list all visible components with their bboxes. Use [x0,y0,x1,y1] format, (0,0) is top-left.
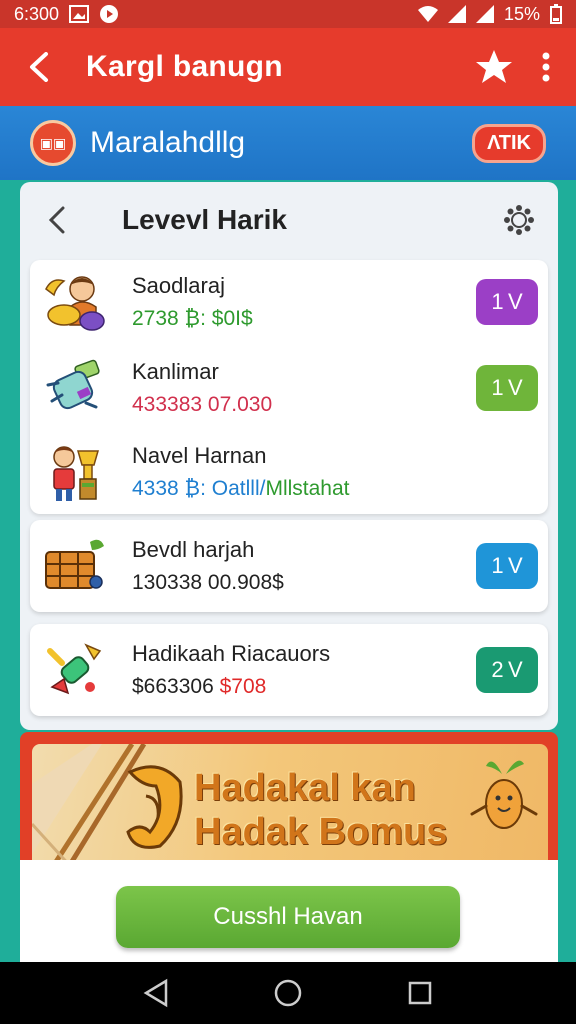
sub-banner-title: Maralahdllg [90,126,246,159]
level-group: Saodlaraj 2738 ₿: $0I$ 1 V Kanlimar 4333… [30,260,548,514]
item-name: Hadikaah Riacauors [132,641,331,666]
bottom-panel: Cusshl Havan [20,860,558,962]
item-text: Hadikaah Riacauors $663306 $708 [132,641,476,699]
item-subtitle: 2738 ₿: $0I$ [132,307,253,330]
logo-text: ▣▣ [39,134,67,151]
promo-frame: Hadakal kan Hadak Bomus [20,732,558,868]
circle-home-icon [274,979,302,1007]
level-card: Levevl Harik Saodlaraj 2738 ₿: $0I$ 1 V … [20,182,558,730]
gallery-icon [69,5,90,23]
battery-percent: 15% [503,3,540,24]
item-name: Navel Harnan [132,443,267,468]
nav-home-button[interactable] [268,973,308,1013]
promo-line-2: Hadak Bomus [194,811,448,853]
more-options-button[interactable] [534,45,558,89]
magic-wand-icon [40,635,110,705]
item-subtitle-part: Mllstahat [265,477,350,500]
list-item[interactable]: Saodlaraj 2738 ₿: $0I$ 1 V [30,260,548,344]
potion-bottle-icon [40,353,110,423]
app-bar: Kargl banugn [0,28,576,106]
character-with-bananas-icon [40,267,110,337]
signal-2-icon [475,5,494,23]
system-nav-bar [0,962,576,1024]
sub-banner: ▣▣ Maralahdllg ΛΤΙΚ [0,106,576,180]
item-text: Navel Harnan 4338 ₿: Oatlll/Mllstahat [132,443,538,501]
signal-icon [447,5,466,23]
item-subtitle-part: $663306 [132,675,220,698]
nav-recents-button[interactable] [400,973,440,1013]
level-button[interactable]: 1 V [476,543,538,589]
claim-button[interactable]: Cusshl Havan [116,886,460,948]
promo-line-1: Hadakal kan [194,767,416,809]
promo-text: Hadakal kan Hadak Bomus [194,766,447,854]
square-recents-icon [408,981,432,1005]
list-item[interactable]: Kanlimar 433383 07.030 1 V [30,346,548,430]
girl-with-trophy-icon [40,437,110,507]
item-subtitle: 433383 07.030 [132,393,273,416]
list-item[interactable]: Navel Harnan 4338 ₿: Oatlll/Mllstahat [30,430,548,514]
settings-button[interactable] [502,203,536,237]
gear-icon [504,205,534,235]
app-title: Kargl banugn [86,50,283,83]
chevron-left-icon [48,206,65,234]
status-left: 6:300 [14,4,119,25]
item-text: Saodlaraj 2738 ₿: $0I$ [132,273,476,331]
star-icon [476,50,512,83]
list-item[interactable]: Bevdl harjah 130338 00.908$ 1 V [30,520,548,612]
wifi-icon [417,5,438,23]
card-title: Levevl Harik [122,204,287,235]
card-header: Levevl Harik [20,182,558,258]
play-circle-icon [99,4,119,24]
favorite-button[interactable] [472,45,516,89]
list-item[interactable]: Hadikaah Riacauors $663306 $708 2 V [30,624,548,716]
level-button[interactable]: 1 V [476,365,538,411]
back-arrow-icon [30,52,48,82]
item-name: Saodlaraj [132,273,225,298]
promo-banner[interactable]: Hadakal kan Hadak Bomus [32,744,548,868]
gold-coin-icon [126,765,183,849]
carrot-character-icon [470,760,538,829]
item-text: Kanlimar 433383 07.030 [132,359,476,417]
nav-back-button[interactable] [136,973,176,1013]
card-back-button[interactable] [42,205,72,235]
item-name: Kanlimar [132,359,219,384]
status-right: 15% [417,3,562,25]
level-button[interactable]: 2 V [476,647,538,693]
game-logo-icon: ▣▣ [30,120,76,166]
treasure-chest-icon [40,531,110,601]
triangle-back-icon [143,978,168,1008]
item-text: Bevdl harjah 130338 00.908$ [132,537,476,595]
status-time: 6:300 [14,3,60,24]
item-subtitle-part: 4338 ₿: [132,477,212,500]
item-name: Bevdl harjah [132,537,255,562]
item-subtitle: 130338 00.908$ [132,571,284,594]
back-button[interactable] [18,47,58,87]
item-subtitle: 4338 ₿: Oatlll/Mllstahat [132,477,538,501]
more-vertical-icon [542,52,550,82]
status-bar: 6:300 15% [0,0,576,28]
battery-icon [550,4,562,24]
item-subtitle-part: Oatlll/ [211,477,266,500]
level-button[interactable]: 1 V [476,279,538,325]
sub-banner-badge[interactable]: ΛΤΙΚ [472,123,546,163]
item-subtitle-part: $708 [219,675,267,698]
item-subtitle: $663306 $708 [132,675,476,699]
